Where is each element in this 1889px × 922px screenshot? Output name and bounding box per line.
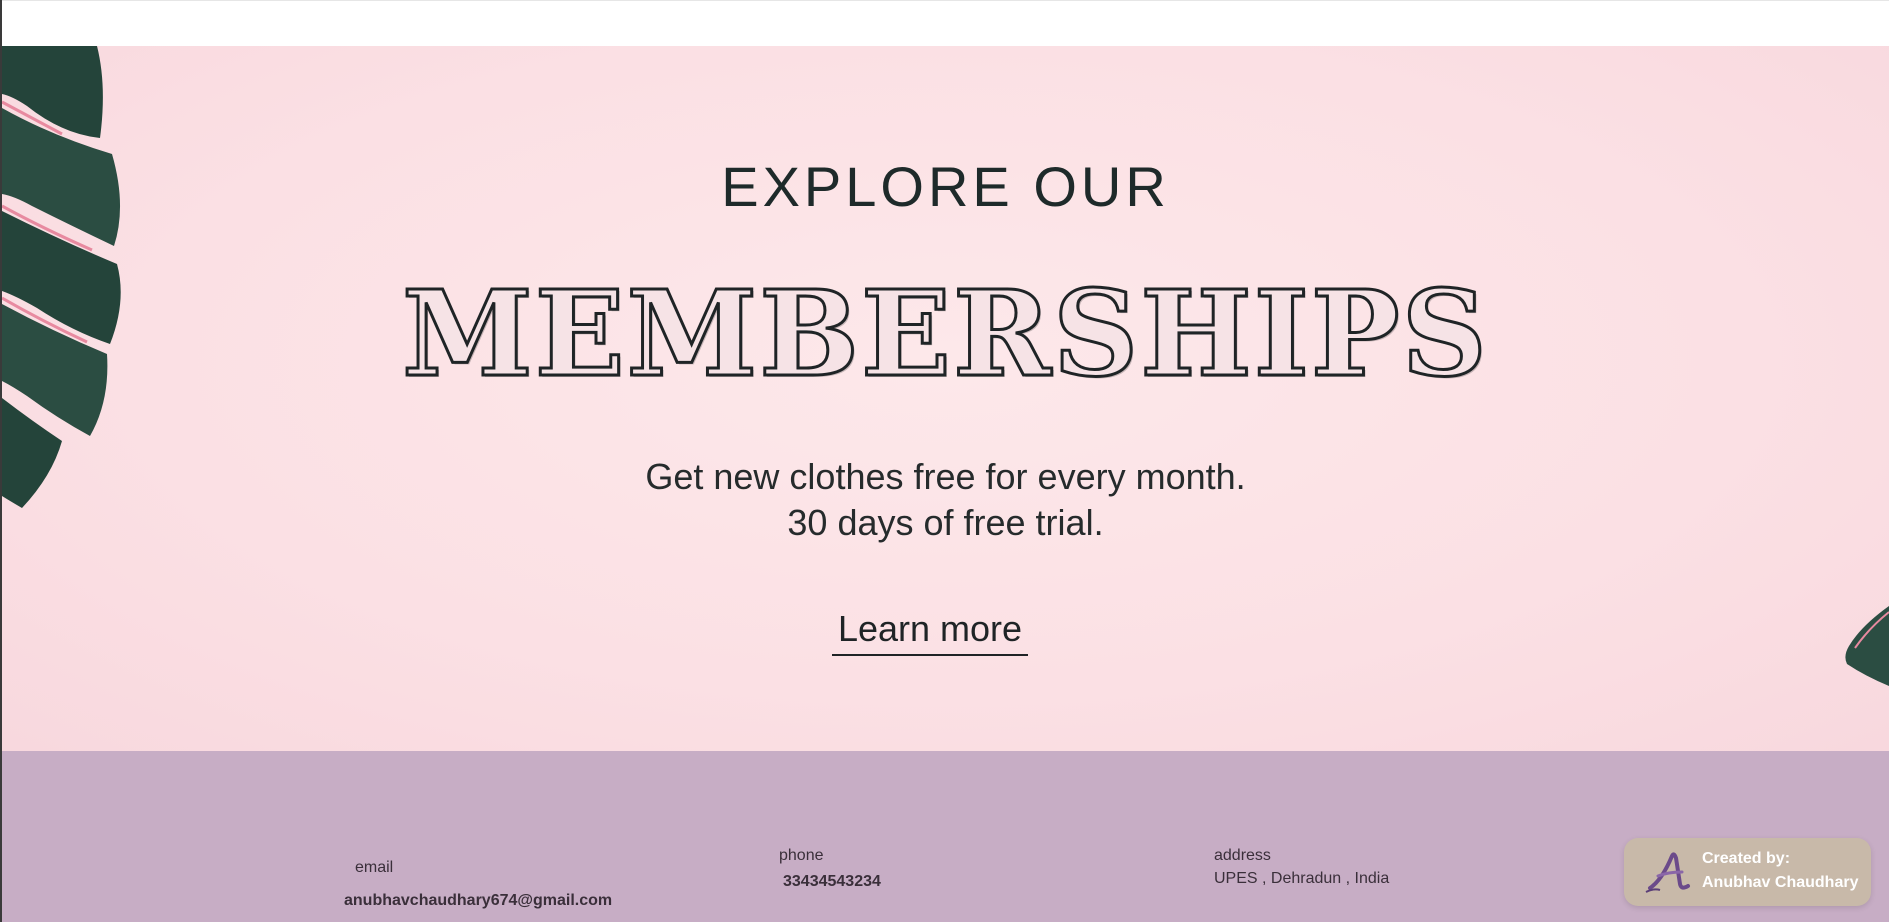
phone-label: phone (779, 847, 824, 864)
tagline-line-2: 30 days of free trial. (787, 502, 1104, 543)
address-value: UPES , Dehradun , India (1214, 870, 1390, 887)
badge-title: Created by: (1702, 850, 1791, 867)
creator-badge[interactable]: Created by: Anubhav Chaudhary (1624, 838, 1871, 906)
monstera-leaf-icon (1845, 606, 1889, 686)
email-label: email (355, 859, 394, 876)
email-value[interactable]: anubhavchaudhary674@gmail.com (344, 892, 612, 910)
badge-name: Anubhav Chaudhary (1702, 874, 1859, 891)
top-bar (2, 0, 1889, 46)
banner-tagline: Get new clothes free for every month. 30… (2, 454, 1889, 546)
membership-banner: EXPLORE OUR MEMBERSHIPS Get new clothes … (2, 46, 1889, 751)
learn-more-link[interactable]: Learn more (832, 608, 1028, 656)
phone-value[interactable]: 33434543234 (783, 873, 881, 891)
footer: email anubhavchaudhary674@gmail.com phon… (2, 751, 1889, 922)
banner-heading-top: EXPLORE OUR (721, 155, 1170, 218)
banner-heading-main: MEMBERSHIPS (401, 263, 1489, 405)
tagline-line-1: Get new clothes free for every month. (645, 456, 1246, 497)
address-label: address (1214, 847, 1271, 864)
script-a-logo-icon (1645, 852, 1690, 893)
